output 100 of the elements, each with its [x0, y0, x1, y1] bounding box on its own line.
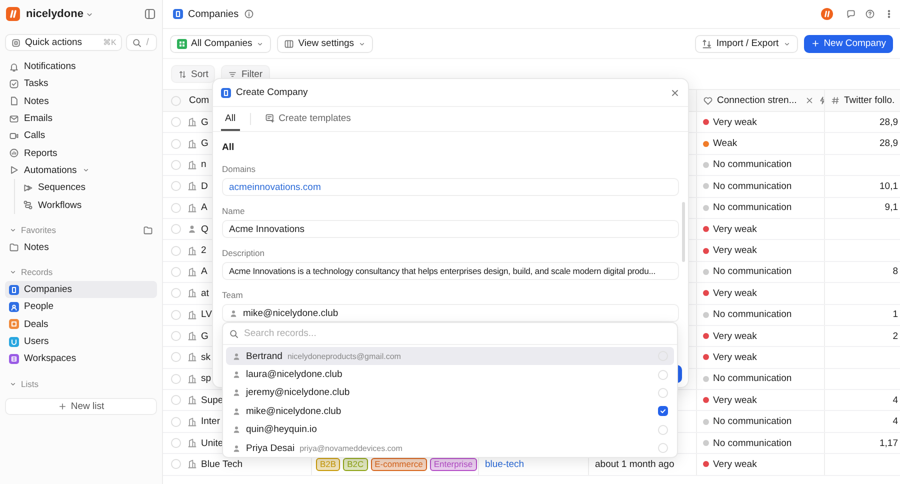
import-export-button[interactable]: Import / Export — [695, 34, 798, 52]
scrollbar[interactable] — [682, 202, 685, 262]
row-checkbox[interactable] — [171, 117, 181, 128]
folder-icon — [143, 225, 153, 236]
building-icon — [187, 416, 197, 427]
table-cell: No communication — [713, 438, 792, 449]
nav-item[interactable]: Tasks — [5, 75, 157, 93]
option-item[interactable]: jeremy@nicelydone.club — [226, 384, 674, 402]
plus-icon — [58, 402, 67, 412]
checkbox[interactable] — [658, 406, 668, 416]
building-icon — [187, 331, 197, 342]
building-icon — [187, 246, 197, 256]
building-icon — [187, 395, 197, 406]
option-item[interactable]: laura@nicelydone.club — [226, 365, 674, 384]
option-item[interactable]: mike@nicelydone.club — [226, 402, 674, 421]
nav-item[interactable]: People — [5, 298, 157, 316]
table-cell: Very weak — [713, 245, 757, 256]
row-checkbox[interactable] — [171, 438, 181, 448]
option-name: laura@nicelydone.club — [246, 369, 342, 380]
nav-item[interactable]: Reports — [5, 144, 157, 162]
nav-item[interactable]: Companies — [5, 280, 157, 298]
tab[interactable]: All — [221, 107, 240, 131]
option-email: priya@novameddevices.com — [300, 444, 402, 453]
table-cell: Very weak — [713, 394, 757, 406]
section-title: All — [222, 142, 236, 154]
table-cell: 10,1 — [880, 180, 898, 192]
row-checkbox[interactable] — [171, 416, 181, 427]
view-settings-button[interactable]: View settings — [277, 34, 374, 52]
filter-icon — [228, 70, 238, 78]
person-icon — [232, 388, 241, 398]
row-checkbox[interactable] — [171, 395, 181, 406]
row-checkbox[interactable] — [171, 246, 181, 256]
column-header[interactable]: Twitter follo. — [844, 95, 895, 106]
domain-field[interactable]: acmeinnovations.com — [222, 178, 679, 196]
field-label: Domains — [222, 164, 257, 175]
table-cell: 9,1 — [884, 202, 898, 214]
quick-actions-button[interactable]: Quick actions ⌘K — [5, 34, 122, 51]
nav-item[interactable]: Emails — [5, 110, 157, 128]
domain-link[interactable]: blue-tech — [485, 458, 524, 470]
table-cell: Inter — [201, 416, 220, 428]
option-item[interactable]: Priya Desai priya@novameddevices.com — [226, 438, 674, 457]
row-checkbox[interactable] — [171, 331, 181, 342]
column-header[interactable]: Connection stren... — [717, 95, 797, 106]
search-field[interactable]: Search records... — [244, 328, 671, 339]
row-checkbox[interactable] — [171, 459, 181, 470]
row-checkbox[interactable] — [171, 224, 181, 234]
sequence-icon — [23, 182, 33, 193]
logo-icon — [6, 7, 20, 21]
nav-item[interactable]: Calls — [5, 127, 157, 144]
close-icon — [670, 88, 680, 98]
option-item[interactable]: quin@heyquin.io — [226, 420, 674, 439]
nav-item[interactable]: Notes — [5, 238, 157, 256]
row-checkbox[interactable] — [171, 138, 181, 149]
nav-item[interactable]: Deals — [5, 316, 157, 333]
table-cell: D — [201, 180, 208, 192]
row-checkbox[interactable] — [171, 374, 181, 384]
row-checkbox[interactable] — [171, 202, 181, 213]
table-cell: Very weak — [713, 352, 757, 363]
team-field[interactable]: mike@nicelydone.club — [222, 304, 679, 322]
table-cell: Very weak — [713, 330, 757, 342]
search-icon — [132, 38, 142, 48]
heart-icon — [703, 96, 713, 106]
tab[interactable]: Create templates — [260, 107, 355, 131]
new-list-button[interactable]: New list — [5, 398, 157, 416]
input-field[interactable]: Acme Innovations — [222, 220, 679, 238]
nav-item[interactable]: Notifications — [5, 58, 157, 76]
section-title: Favorites — [21, 225, 56, 236]
nav-item[interactable]: Workspaces — [5, 350, 157, 368]
columns-icon — [284, 38, 294, 48]
row-checkbox[interactable] — [171, 310, 181, 320]
nav-item[interactable]: Workflows — [19, 196, 157, 214]
nav-item[interactable]: Sequences — [19, 179, 157, 196]
nav-item[interactable]: Users — [5, 332, 157, 350]
table-cell: sk — [201, 352, 210, 363]
workspace-name[interactable]: nicelydone — [26, 8, 84, 20]
row-checkbox[interactable] — [171, 181, 181, 192]
sort-button[interactable]: Sort — [171, 65, 216, 83]
chevron-icon — [9, 268, 17, 276]
row-checkbox[interactable] — [171, 288, 181, 298]
nav-item[interactable]: Automations — [5, 162, 157, 180]
person-icon — [229, 308, 238, 318]
select-all-checkbox[interactable] — [171, 96, 181, 106]
description-field[interactable]: Acme Innovations is a technology consultancy that helps enterprises design, build, and scale modern digital produ... — [222, 262, 679, 280]
play-icon — [9, 165, 19, 176]
search-icon — [229, 328, 239, 338]
row-checkbox[interactable] — [171, 160, 181, 170]
table-cell: sp — [201, 373, 212, 384]
row-checkbox[interactable] — [171, 352, 181, 362]
note-icon — [9, 96, 19, 106]
row-checkbox[interactable] — [171, 266, 181, 277]
new-company-button[interactable]: New Company — [804, 34, 893, 52]
option-item[interactable]: Bertrand nicelydoneproducts@gmail.com — [226, 347, 674, 366]
nav-item[interactable]: Notes — [5, 92, 157, 110]
workflow-icon — [23, 200, 33, 210]
building-icon — [187, 181, 197, 192]
building-icon — [187, 288, 197, 298]
view-dropdown[interactable]: All Companies — [170, 34, 272, 52]
bolt-icon — [818, 96, 824, 105]
table-cell: A — [201, 202, 208, 214]
table-cell: A — [201, 266, 208, 278]
